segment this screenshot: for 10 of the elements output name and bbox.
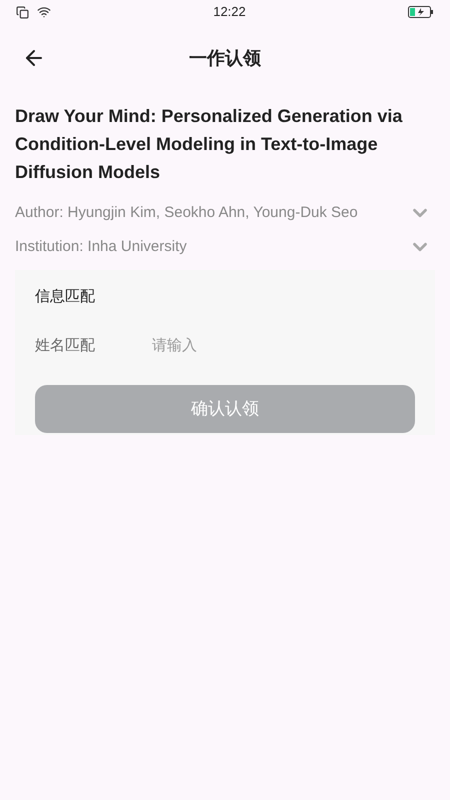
section-heading: 信息匹配 [35, 287, 96, 307]
name-input[interactable]: 请输入 [152, 334, 415, 357]
battery-icon [408, 6, 434, 18]
field-label: 姓名匹配 [35, 336, 96, 356]
page-title: 一作认领 [189, 46, 261, 70]
wifi-icon [37, 5, 51, 19]
paper-title: Draw Your Mind: Personalized Generation via Condition-Level Modeling in Text-to-Image Diffusion Models [15, 105, 404, 184]
detail-text: Author: Hyungjin Kim, Seokho Ahn, Young-Duk Seo [15, 202, 358, 223]
detail-text: Institution: Inha University [15, 236, 187, 257]
clock-time: 12:22 [213, 3, 246, 22]
